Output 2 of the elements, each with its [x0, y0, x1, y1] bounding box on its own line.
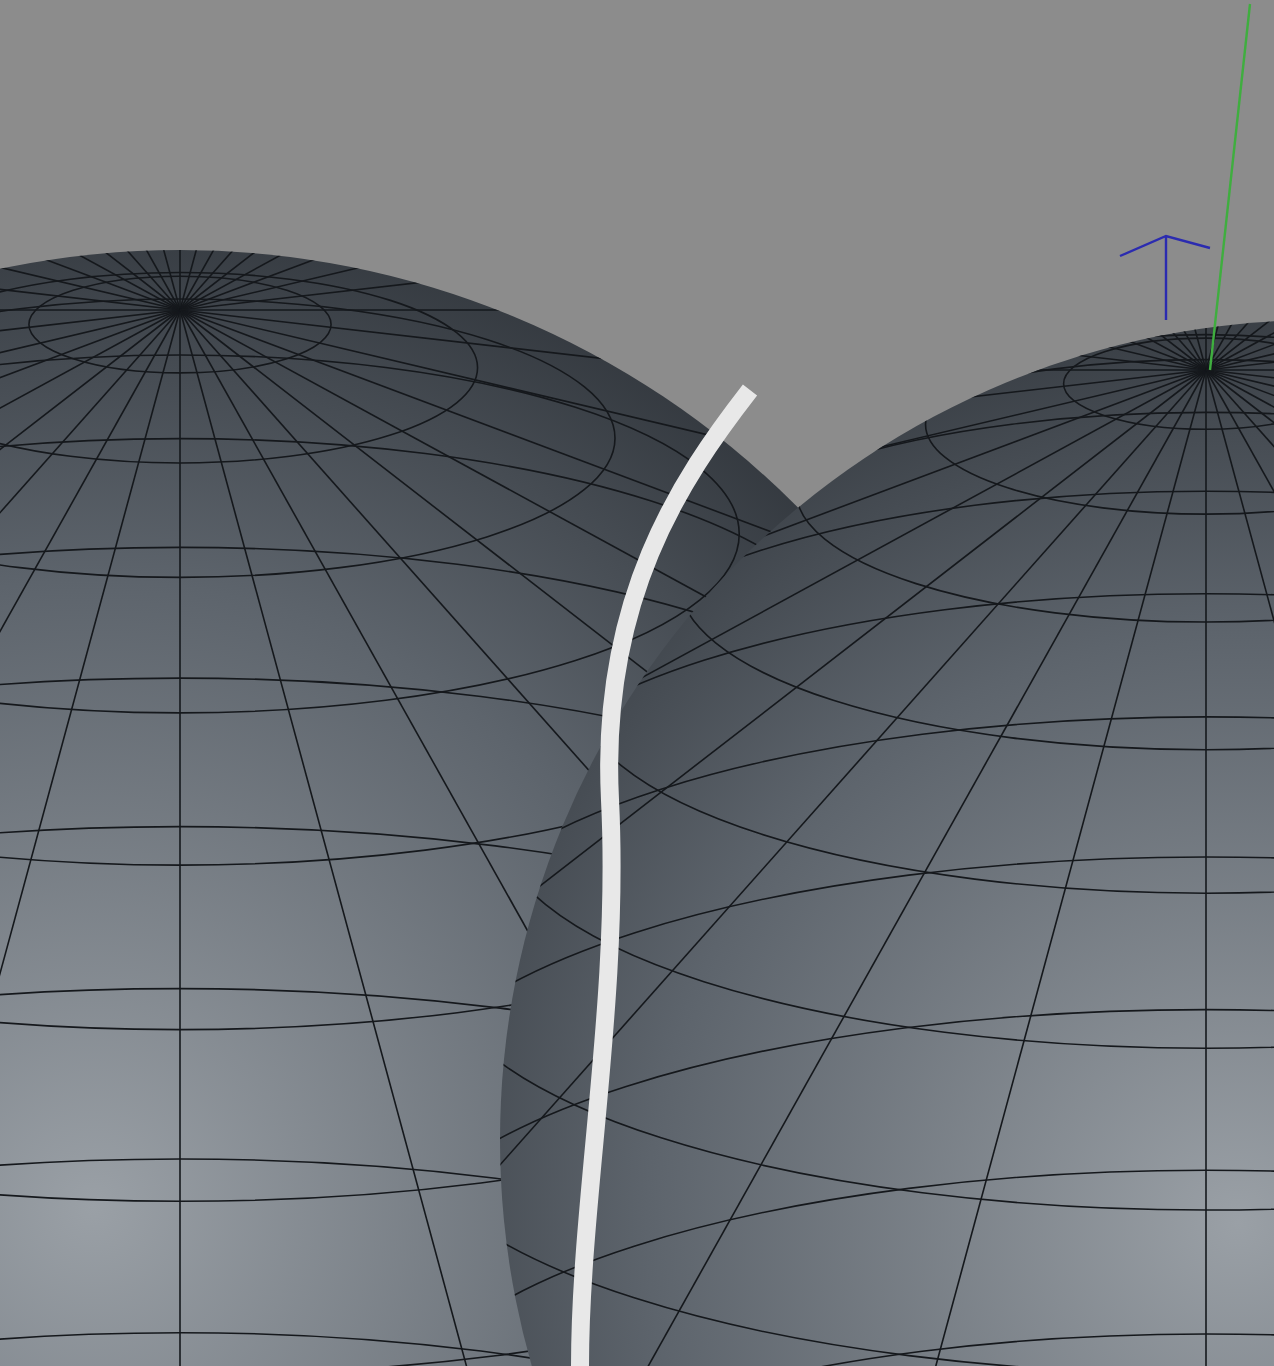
axis-gizmo-icon — [1118, 3, 1252, 371]
3d-viewport[interactable] — [0, 0, 1274, 1366]
